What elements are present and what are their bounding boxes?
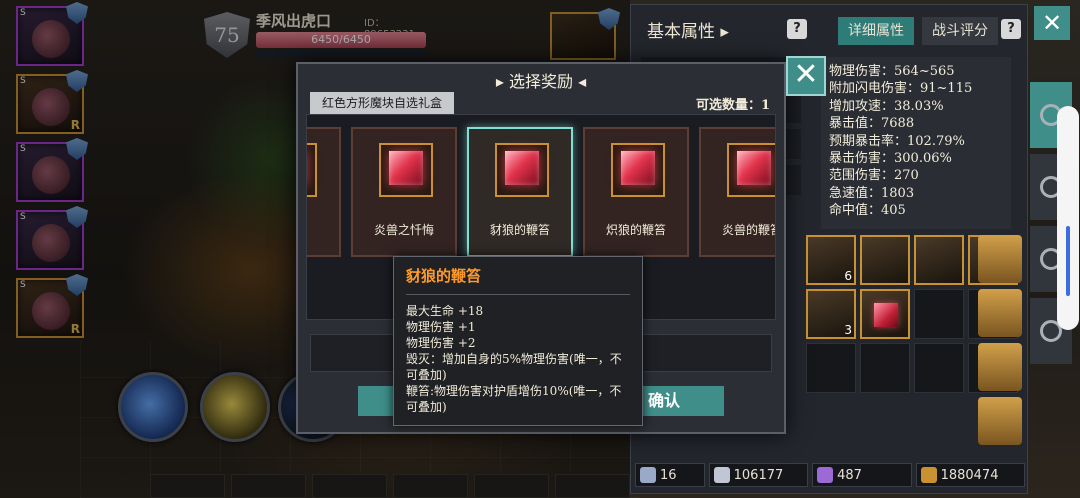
bag-icon[interactable] — [978, 235, 1022, 283]
tooltip-line: 物理伤害 +1 — [406, 320, 476, 334]
gem-frame — [379, 143, 433, 197]
inventory-slot[interactable]: 3 — [806, 289, 856, 339]
inventory-slot[interactable] — [806, 343, 856, 393]
stat-line: 物理伤害：564~565 — [829, 64, 955, 79]
modal-close-button[interactable]: ✕ — [786, 56, 826, 96]
gem-frame — [306, 143, 317, 197]
select-count: 可选数量：1 — [695, 98, 770, 113]
scrollbar[interactable] — [1057, 106, 1079, 330]
crystal-icon — [817, 467, 834, 483]
scrollbar-thumb[interactable] — [1066, 226, 1070, 296]
stat-line: 命中值：405 — [829, 203, 906, 219]
tooltip-line: 可叠加) — [406, 368, 447, 382]
currency-staff: 16 — [635, 463, 705, 487]
inventory-slot[interactable]: 6 — [806, 235, 856, 285]
currency-value: 487 — [837, 467, 862, 483]
tooltip-line: 毁灭：增加自身的5%物理伤害(唯一，不 — [406, 352, 622, 366]
reward-card[interactable]: 豺狼的鞭笞 — [467, 127, 573, 257]
reward-card[interactable]: 炎兽的鞭笞 — [699, 127, 776, 257]
currency-coin: 1880474 — [915, 463, 1025, 487]
reward-card[interactable]: 炎兽之忏悔 — [351, 127, 457, 257]
tab-combat-score[interactable]: 战斗评分 — [922, 17, 998, 45]
red-gem-icon — [737, 151, 771, 185]
tooltip-line: 鞭笞:物理伤害对护盾增伤10%(唯一，不 — [406, 384, 622, 398]
stat-line: 增加攻速：38.03% — [829, 98, 944, 114]
bag-tabs — [978, 235, 1022, 451]
stat-line: 附加闪电伤害：91~115 — [829, 81, 973, 97]
tooltip-line: 最大生命 +18 — [406, 304, 484, 318]
item-count: 6 — [844, 269, 852, 283]
inventory-slot[interactable] — [914, 235, 964, 285]
tab-detailed-stats[interactable]: 详细属性 — [838, 17, 914, 45]
stat-line: 急速值：1803 — [829, 185, 915, 201]
currency-value: 106177 — [733, 467, 784, 483]
reward-name: 豺狼的鞭笞 — [489, 223, 550, 237]
staff-icon — [640, 467, 656, 483]
reward-card[interactable]: 炽狼的鞭笞 — [583, 127, 689, 257]
bag-icon[interactable] — [978, 343, 1022, 391]
gem-frame — [495, 143, 549, 197]
inventory-slot[interactable] — [914, 289, 964, 339]
gem-frame — [727, 143, 775, 197]
reward-name: 炎兽的鞭笞 — [721, 223, 776, 237]
help-icon[interactable]: ? — [787, 19, 807, 39]
red-gem-icon — [505, 151, 539, 185]
reward-card[interactable]: 悔 — [306, 127, 341, 257]
stat-line: 范围伤害：270 — [829, 168, 919, 184]
red-gem-icon — [389, 151, 423, 185]
detail-stats-list[interactable]: 物理伤害：564~565 附加闪电伤害：91~115 增加攻速：38.03% 暴击值：… — [821, 57, 1011, 229]
inventory-slot[interactable] — [914, 343, 964, 393]
stat-line: 暴击值：7688 — [829, 116, 915, 132]
currency-value: 1880474 — [940, 467, 999, 483]
window-close-button[interactable]: ✕ — [1034, 6, 1070, 40]
tooltip-line: 物理伤害 +2 — [406, 336, 476, 350]
currency-crystal: 487 — [812, 463, 912, 487]
red-gem-icon — [621, 151, 655, 185]
bag-icon[interactable] — [978, 397, 1022, 445]
currency-bar: 16 106177 487 1880474 — [635, 463, 1025, 487]
reward-name: 悔 — [307, 221, 339, 238]
bag-icon — [713, 467, 730, 483]
bag-icon[interactable] — [978, 289, 1022, 337]
coin-icon — [920, 467, 937, 483]
item-tooltip: 豺狼的鞭笞 最大生命 +18 物理伤害 +1 物理伤害 +2 毁灭：增加自身的5%物理… — [393, 256, 643, 426]
stats-panel-title[interactable]: 基本属性 ▸ — [647, 17, 729, 42]
red-gem-icon — [306, 151, 307, 185]
currency-bag: 106177 — [708, 463, 809, 487]
stat-line: 预期暴击率：102.79% — [829, 133, 965, 149]
red-gem-icon — [874, 303, 898, 327]
reward-name: 炽狼的鞭笞 — [605, 223, 666, 237]
stat-line: 暴击伤害：300.06% — [829, 151, 952, 167]
inventory-slot[interactable] — [860, 289, 910, 339]
tab-gift-box[interactable]: 红色方形魔块自选礼盒 — [310, 92, 455, 114]
tooltip-line: 可叠加) — [406, 400, 447, 414]
gem-frame — [611, 143, 665, 197]
tooltip-title: 豺狼的鞭笞 — [406, 265, 630, 295]
inventory-slot[interactable] — [860, 343, 910, 393]
modal-title: ▸ 选择奖励 ◂ — [495, 72, 587, 91]
reward-name: 炎兽之忏悔 — [373, 223, 434, 237]
currency-value: 16 — [660, 467, 677, 483]
item-count: 3 — [844, 323, 852, 337]
inventory-slot[interactable] — [860, 235, 910, 285]
help-icon[interactable]: ? — [1001, 19, 1021, 39]
